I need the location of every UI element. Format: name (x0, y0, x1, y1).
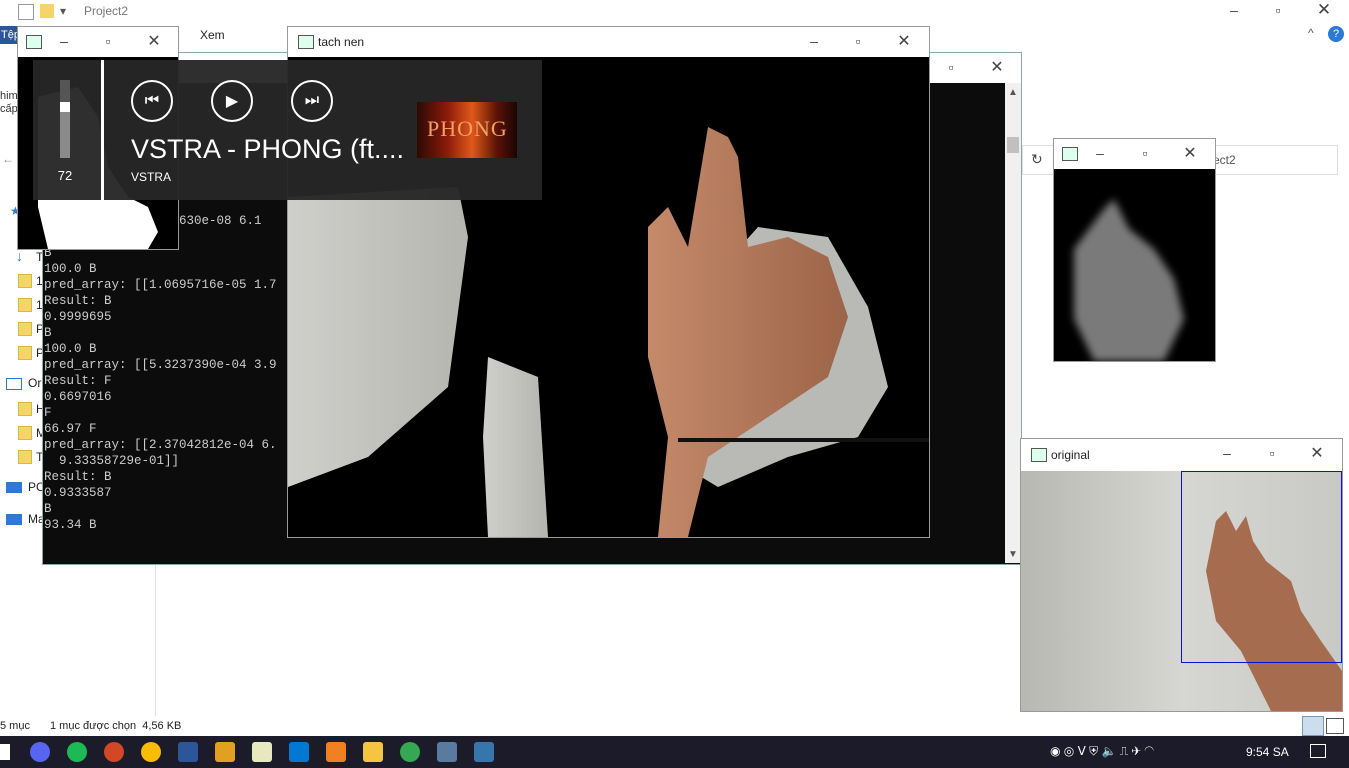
explorer-titlebar: ▾ Project2 – ▫ ✕ (0, 0, 1349, 24)
next-track-button[interactable]: ⏭ (291, 80, 333, 122)
artist-name: VSTRA (131, 170, 172, 184)
checkbox-icon[interactable] (18, 4, 34, 20)
sublime-icon[interactable] (326, 742, 346, 762)
large-icons-view-icon[interactable] (1326, 718, 1344, 734)
maximize-icon[interactable]: ▫ (100, 33, 116, 49)
word-icon[interactable] (178, 742, 198, 762)
volume-slider-thumb[interactable] (60, 102, 70, 112)
volume-value: 72 (57, 168, 73, 183)
minimize-icon[interactable]: – (56, 33, 72, 49)
close-icon[interactable]: ✕ (1309, 443, 1325, 463)
network-icon (6, 514, 22, 525)
album-art: PHONG (417, 102, 517, 158)
onedrive-icon (6, 378, 22, 390)
minimize-icon[interactable]: – (1226, 2, 1242, 18)
window-icon (1062, 147, 1078, 161)
spotify-icon[interactable] (67, 742, 87, 762)
folder-icon[interactable] (40, 4, 54, 18)
search-text: ect2 (1213, 153, 1236, 167)
previous-track-button[interactable]: ⏮ (131, 80, 173, 122)
play-button[interactable]: ▶ (211, 80, 253, 122)
left-partial-2: cấp (0, 103, 18, 115)
roi-rectangle (1181, 471, 1342, 663)
app-icon-2[interactable] (437, 742, 457, 762)
chrome-icon-2[interactable] (400, 742, 420, 762)
original-title: original (1051, 448, 1090, 462)
song-title: VSTRA - PHONG (ft.... (131, 134, 405, 164)
folder-icon (18, 298, 32, 312)
close-icon[interactable]: ✕ (896, 31, 912, 51)
explorer-window-title: Project2 (84, 4, 129, 18)
collapse-ribbon-icon[interactable]: ^ (1308, 26, 1314, 40)
tray-icons[interactable]: ◉ ◎ Ⅴ ⛨ 🔈 ⎍ ✈ ◠ (1050, 744, 1154, 759)
start-icon[interactable] (0, 744, 10, 760)
download-icon: ↓ (16, 248, 23, 264)
close-icon[interactable]: ✕ (989, 57, 1005, 77)
scroll-up-icon[interactable]: ▲ (1008, 87, 1018, 98)
tab-view[interactable]: Xem (200, 28, 225, 42)
tach-nen-title: tach nen (318, 35, 365, 49)
tach-nen-titlebar: tach nen – ▫ ✕ (288, 27, 929, 57)
next-icon: ⏭ (304, 92, 320, 109)
vscode-icon[interactable] (289, 742, 309, 762)
camera-feed (1021, 471, 1342, 711)
close-icon[interactable]: ✕ (146, 31, 162, 51)
maximize-icon[interactable]: ▫ (1137, 145, 1153, 161)
maximize-icon[interactable]: ▫ (1270, 2, 1286, 18)
minimize-icon[interactable]: – (806, 33, 822, 49)
previous-icon: ⏮ (144, 92, 160, 109)
window-icon (26, 35, 42, 49)
discord-icon[interactable] (30, 742, 50, 762)
status-selected: 1 mục được chọn 4,56 KB (50, 720, 182, 732)
scroll-thumb[interactable] (1007, 137, 1019, 153)
quick-access-dropdown-icon[interactable]: ▾ (60, 4, 66, 18)
original-window: original – ▫ ✕ (1020, 438, 1343, 712)
album-art-text: PHONG (427, 116, 508, 141)
folder-icon (18, 274, 32, 288)
status-bar: 5 mục 1 mục được chọn 4,56 KB (0, 716, 1349, 736)
blurred-image (1054, 169, 1215, 361)
nav-item[interactable]: Or (28, 376, 41, 394)
maximize-icon[interactable]: ▫ (1264, 445, 1280, 461)
media-overlay: 72 ⏮ ▶ ⏭ VSTRA - PHONG (ft.... VSTRA PHO… (33, 60, 542, 200)
details-view-icon[interactable] (1302, 716, 1324, 736)
minimize-icon[interactable]: – (1219, 445, 1235, 461)
close-icon[interactable]: ✕ (1182, 143, 1198, 163)
tab-file[interactable]: Tệp (0, 26, 20, 44)
refresh-icon: ↻ (1031, 151, 1043, 167)
file-explorer-icon[interactable] (363, 742, 383, 762)
window-icon (298, 35, 314, 49)
folder-icon (18, 322, 32, 336)
clock[interactable]: 9:54 SA (1246, 745, 1289, 759)
folder-icon (18, 346, 32, 360)
folder-icon (18, 402, 32, 416)
divider (101, 60, 104, 200)
console-scrollbar[interactable]: ▲ ▼ (1005, 83, 1021, 563)
help-icon[interactable]: ? (1328, 26, 1344, 42)
folder-icon (18, 426, 32, 440)
notification-icon[interactable] (1310, 744, 1326, 758)
taskbar: ◉ ◎ Ⅴ ⛨ 🔈 ⎍ ✈ ◠ 9:54 SA (0, 736, 1349, 768)
window-icon (1031, 448, 1047, 462)
powerpoint-icon[interactable] (104, 742, 124, 762)
status-items-count: 5 mục (0, 720, 30, 732)
play-icon: ▶ (225, 93, 239, 110)
blurred-hand-shape (1074, 199, 1184, 361)
python-icon[interactable] (474, 742, 494, 762)
close-icon[interactable]: ✕ (1316, 0, 1332, 20)
maximize-icon[interactable]: ▫ (943, 59, 959, 75)
pc-icon (6, 482, 22, 493)
blur-window: – ▫ ✕ (1053, 138, 1216, 362)
search-box[interactable]: ect2 (1202, 145, 1338, 175)
maximize-icon[interactable]: ▫ (850, 33, 866, 49)
chrome-icon[interactable] (141, 742, 161, 762)
app-icon[interactable] (215, 742, 235, 762)
minimize-icon[interactable]: – (1092, 145, 1108, 161)
scroll-down-icon[interactable]: ▼ (1008, 549, 1018, 560)
folder-icon (18, 450, 32, 464)
notepad-icon[interactable] (252, 742, 272, 762)
